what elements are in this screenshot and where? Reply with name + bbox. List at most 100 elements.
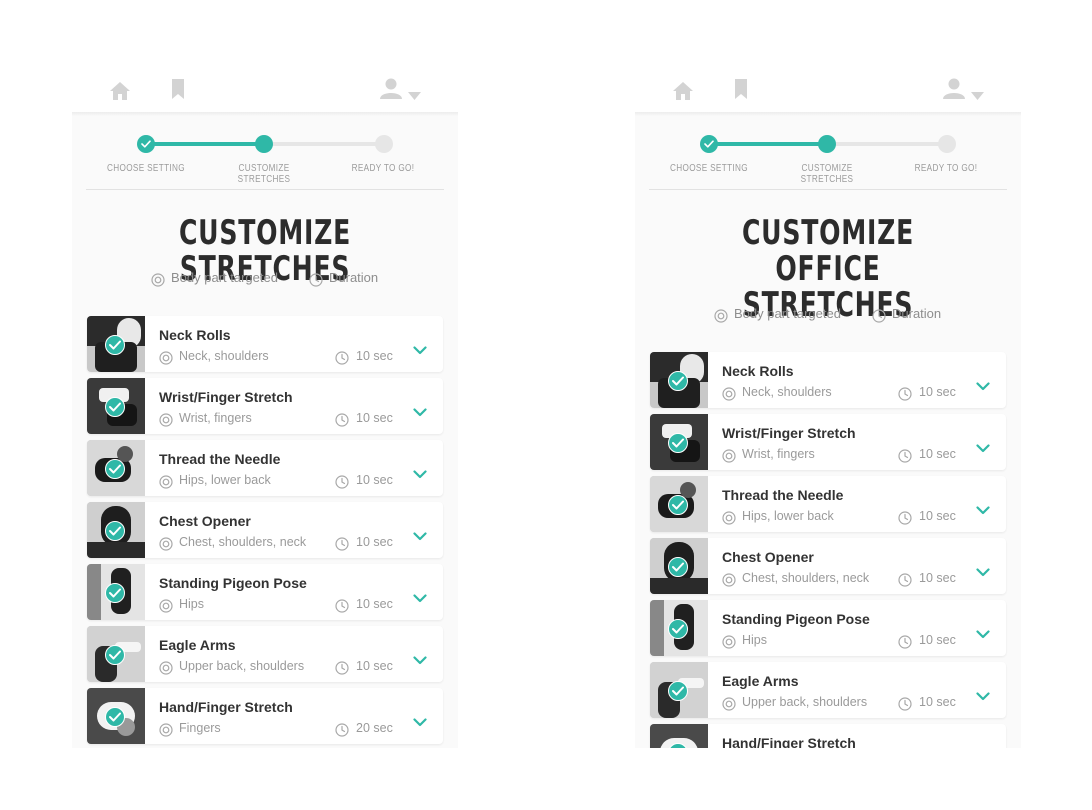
stretch-duration-text: 10 sec <box>919 447 956 461</box>
stretch-duration-text: 10 sec <box>356 411 393 425</box>
selected-check-icon[interactable] <box>105 335 125 355</box>
chevron-down-icon[interactable] <box>976 624 990 639</box>
clock-icon <box>335 474 349 489</box>
selected-check-icon[interactable] <box>668 495 688 515</box>
stretch-name: Neck Rolls <box>722 363 794 379</box>
stretch-card[interactable]: Wrist/Finger Stretch Wrist, fingers 10 sec <box>87 378 443 434</box>
step-label: CUSTOMIZE STRETCHES <box>237 163 291 185</box>
selected-check-icon[interactable] <box>668 557 688 577</box>
chevron-down-icon[interactable] <box>413 588 427 603</box>
selected-check-icon[interactable] <box>105 583 125 603</box>
stretch-card[interactable]: Eagle Arms Upper back, shoulders 10 sec <box>650 662 1006 718</box>
target-icon <box>722 448 736 463</box>
stretch-name: Wrist/Finger Stretch <box>722 425 856 441</box>
stretch-body-parts-text: Hips <box>179 597 205 611</box>
chevron-down-icon[interactable] <box>413 650 427 665</box>
target-icon <box>159 722 173 737</box>
target-icon <box>151 271 165 287</box>
chevron-down-icon[interactable] <box>413 526 427 541</box>
progress-stepper: CHOOSE SETTING CUSTOMIZE STRETCHES READY T… <box>72 127 458 185</box>
stretch-card[interactable]: Thread the Needle Hips, lower back 10 sec <box>87 440 443 496</box>
caret-down-icon[interactable] <box>408 85 421 100</box>
clock-icon <box>335 536 349 551</box>
stretch-card[interactable]: Hand/Finger Stretch <box>650 724 1006 748</box>
selected-check-icon[interactable] <box>105 645 125 665</box>
selected-check-icon[interactable] <box>105 521 125 541</box>
stretch-card[interactable]: Thread the Needle Hips, lower back 10 sec <box>650 476 1006 532</box>
step-label: READY TO GO! <box>914 163 978 174</box>
chevron-down-icon[interactable] <box>976 438 990 453</box>
chevron-down-icon[interactable] <box>413 402 427 417</box>
selected-check-icon[interactable] <box>668 681 688 701</box>
user-icon[interactable] <box>943 77 965 99</box>
stretch-card[interactable]: Standing Pigeon Pose Hips 10 sec <box>650 600 1006 656</box>
stretch-name: Eagle Arms <box>159 637 236 653</box>
clock-icon <box>872 307 886 323</box>
selected-check-icon[interactable] <box>105 459 125 479</box>
stretch-card[interactable]: Chest Opener Chest, shoulders, neck 10 sec <box>650 538 1006 594</box>
clock-icon <box>335 412 349 427</box>
caret-down-icon[interactable] <box>971 85 984 100</box>
stretch-name: Wrist/Finger Stretch <box>159 389 293 405</box>
clock-icon <box>335 350 349 365</box>
clock-icon <box>335 598 349 613</box>
target-icon <box>159 474 173 489</box>
step-dot-current <box>818 135 836 153</box>
legend-body-part-label: Body part targeted <box>171 270 278 285</box>
stretch-thumbnail <box>87 378 145 434</box>
stretch-card[interactable]: Standing Pigeon Pose Hips 10 sec <box>87 564 443 620</box>
chevron-down-icon[interactable] <box>976 562 990 577</box>
selected-check-icon[interactable] <box>105 707 125 727</box>
stretch-body-parts-text: Chest, shoulders, neck <box>742 571 870 585</box>
selected-check-icon[interactable] <box>105 397 125 417</box>
bookmark-icon[interactable] <box>172 79 184 99</box>
stretch-card[interactable]: Neck Rolls Neck, shoulders 10 sec <box>87 316 443 372</box>
stepper-progress-fill <box>146 142 264 146</box>
stretch-body-parts-text: Upper back, shoulders <box>742 695 868 709</box>
stretch-duration-text: 10 sec <box>356 349 393 363</box>
step-dot-current <box>255 135 273 153</box>
chevron-down-icon[interactable] <box>976 376 990 391</box>
stretch-thumbnail <box>650 538 708 594</box>
clock-icon <box>898 510 912 525</box>
stretch-card[interactable]: Neck Rolls Neck, shoulders 10 sec <box>650 352 1006 408</box>
stretch-body-parts-text: Upper back, shoulders <box>179 659 305 673</box>
chevron-down-icon[interactable] <box>976 500 990 515</box>
stretch-name: Neck Rolls <box>159 327 231 343</box>
stretch-name: Thread the Needle <box>722 487 844 503</box>
stretch-thumbnail <box>87 564 145 620</box>
stretch-thumbnail <box>650 662 708 718</box>
stretch-name: Chest Opener <box>159 513 251 529</box>
thumbnail-shape <box>87 564 101 620</box>
selected-check-icon[interactable] <box>668 371 688 391</box>
stretch-name: Chest Opener <box>722 549 814 565</box>
stretch-duration-text: 10 sec <box>919 385 956 399</box>
target-icon <box>722 696 736 711</box>
user-icon[interactable] <box>380 77 402 99</box>
home-icon[interactable] <box>109 80 131 102</box>
chevron-down-icon[interactable] <box>413 712 427 727</box>
step-label: CHOOSE SETTING <box>107 163 185 174</box>
legend-body-part-label: Body part targeted <box>734 306 841 321</box>
stretch-card[interactable]: Chest Opener Chest, shoulders, neck 10 sec <box>87 502 443 558</box>
clock-icon <box>898 448 912 463</box>
clock-icon <box>898 572 912 587</box>
stretch-duration-text: 10 sec <box>919 633 956 647</box>
target-icon <box>722 572 736 587</box>
chevron-down-icon[interactable] <box>413 464 427 479</box>
chevron-down-icon[interactable] <box>976 686 990 701</box>
selected-check-icon[interactable] <box>668 433 688 453</box>
clock-icon <box>335 660 349 675</box>
chevron-down-icon[interactable] <box>413 340 427 355</box>
stretch-card[interactable]: Wrist/Finger Stretch Wrist, fingers 10 sec <box>650 414 1006 470</box>
divider <box>649 189 1007 190</box>
stretch-card[interactable]: Eagle Arms Upper back, shoulders 10 sec <box>87 626 443 682</box>
stretch-card[interactable]: Hand/Finger Stretch Fingers 20 sec <box>87 688 443 744</box>
selected-check-icon[interactable] <box>668 619 688 639</box>
bookmark-icon[interactable] <box>735 79 747 99</box>
stretch-list-panel-general: CHOOSE SETTING CUSTOMIZE STRETCHES READY T… <box>72 65 458 748</box>
target-icon <box>159 598 173 613</box>
stretch-duration-text: 10 sec <box>919 509 956 523</box>
top-nav-bar <box>72 65 458 113</box>
home-icon[interactable] <box>672 80 694 102</box>
